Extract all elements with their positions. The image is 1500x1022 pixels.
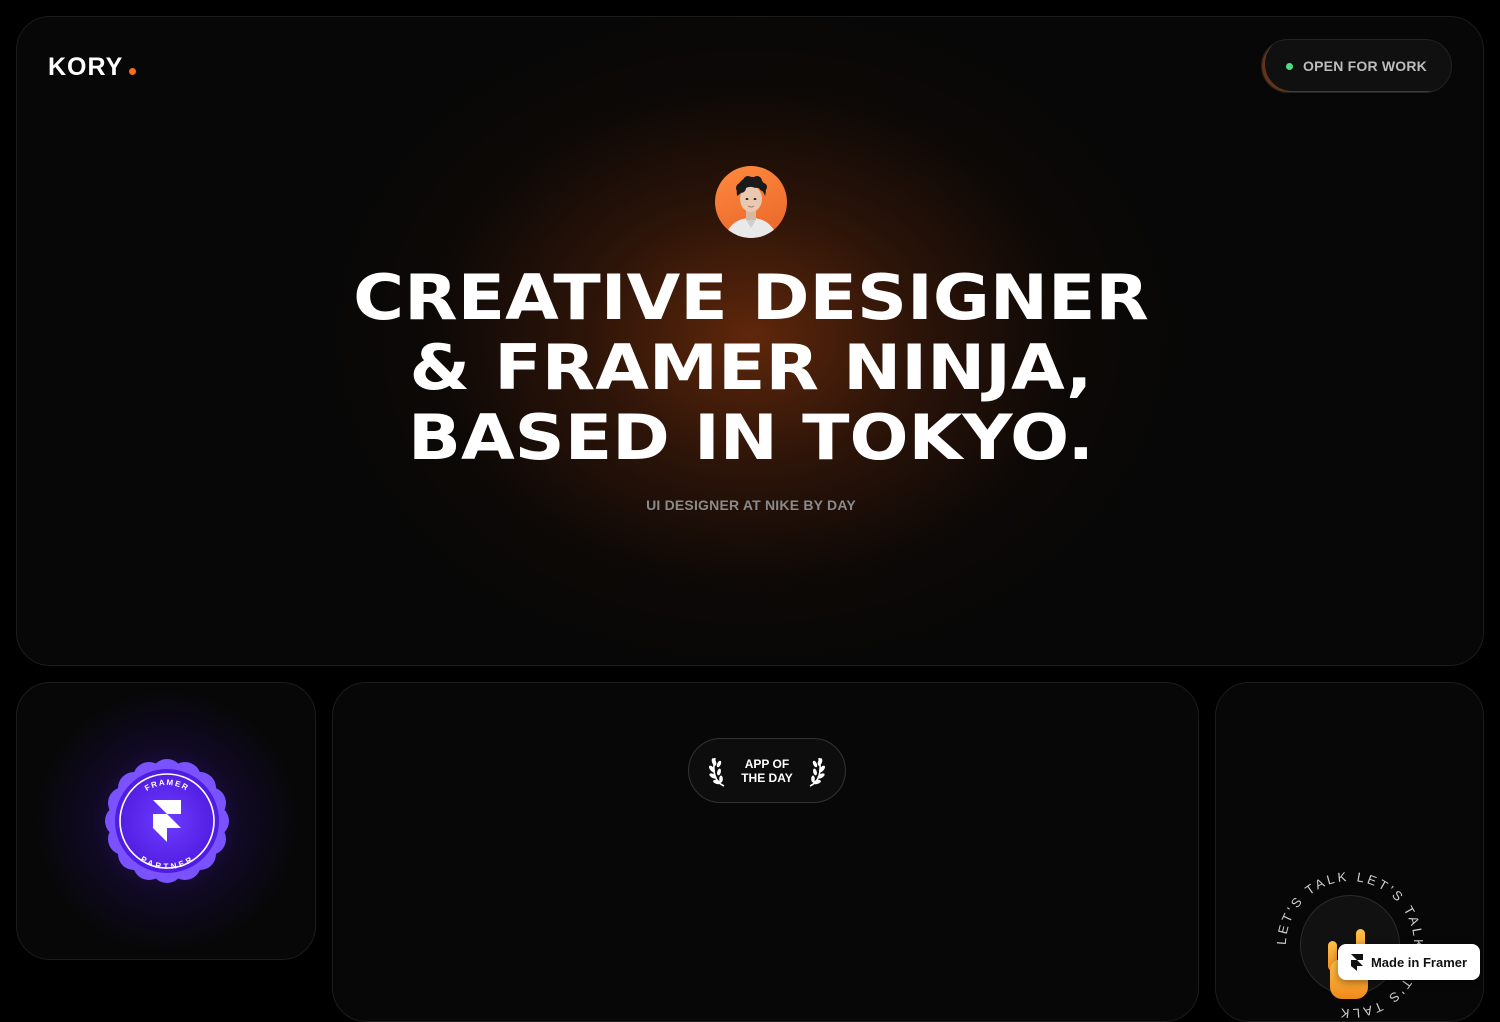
framer-logo-icon	[1350, 953, 1363, 971]
app-of-the-day-badge: APP OF THE DAY	[688, 738, 846, 803]
framer-partner-card: FRAMER PARTNER	[16, 682, 316, 960]
hero-headline: CREATIVE DESIGNER & FRAMER NINJA, BASED …	[17, 261, 1483, 474]
logo-text: KORY	[48, 53, 124, 81]
award-line-2: THE DAY	[741, 770, 793, 785]
framer-partner-badge-icon: FRAMER PARTNER	[105, 759, 229, 883]
headline-line-3: BASED IN TOKYO.	[408, 401, 1094, 474]
hero-subline: UI DESIGNER AT NIKE BY DAY	[646, 497, 856, 513]
portrait-image	[725, 176, 777, 238]
avatar	[715, 166, 787, 238]
headline-line-1: CREATIVE DESIGNER	[353, 261, 1149, 334]
status-label: OPEN FOR WORK	[1303, 58, 1427, 74]
laurel-right-icon	[809, 757, 825, 787]
hero-section: KORY OPEN FOR WORK CREATIVE DESIGNER & F…	[16, 16, 1484, 666]
site-logo[interactable]: KORY	[48, 53, 137, 82]
headline-line-2: & FRAMER NINJA,	[409, 331, 1093, 404]
laurel-left-icon	[709, 757, 725, 787]
made-in-framer-label: Made in Framer	[1370, 954, 1468, 970]
status-indicator-dot	[1286, 62, 1294, 70]
made-in-framer-button[interactable]: Made in Framer	[1338, 944, 1480, 980]
logo-dot	[129, 68, 137, 75]
award-text: APP OF THE DAY	[741, 757, 793, 785]
award-card: APP OF THE DAY	[332, 682, 1199, 1022]
open-for-work-button[interactable]: OPEN FOR WORK	[1261, 39, 1452, 93]
award-line-1: APP OF	[744, 756, 790, 771]
